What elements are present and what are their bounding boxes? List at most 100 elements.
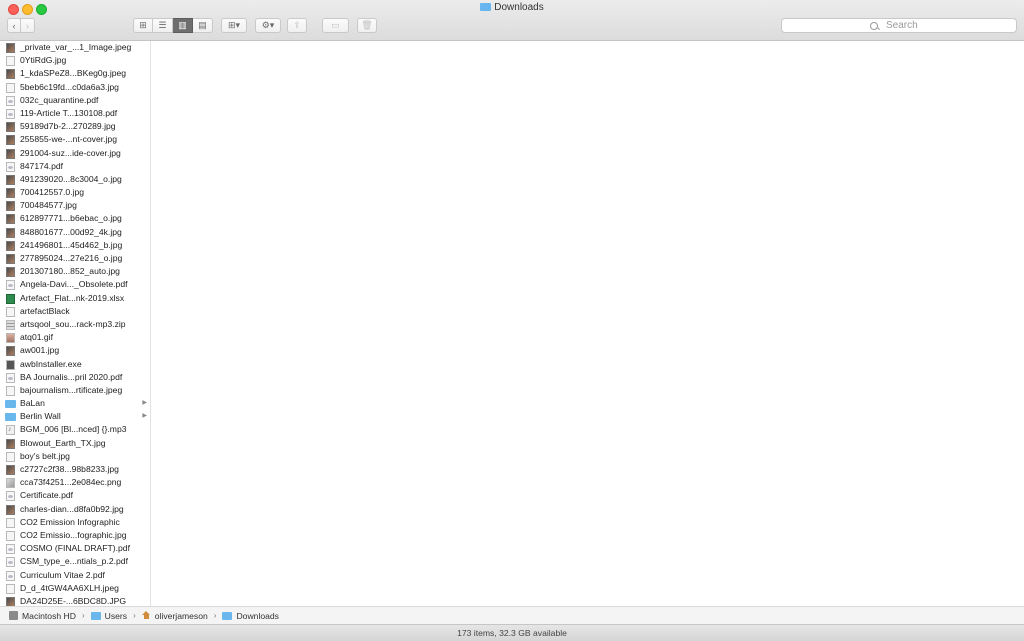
file-item[interactable]: bajournalism...rtificate.jpeg [0,384,150,397]
file-item[interactable]: 847174.pdf [0,160,150,173]
item-label: Berlin Wall [20,411,61,422]
path-crumb-label: Macintosh HD [22,610,76,621]
cover-flow-view-button[interactable]: ▤ [193,18,213,33]
item-label: DA24D25E-...6BDC8D.JPG [20,595,127,606]
item-label: artefactBlack [20,305,70,316]
folder-item[interactable]: Berlin Wall ▶ [0,410,150,423]
item-label: D_d_4tGW4AA6XLH.jpeg [20,582,119,593]
path-crumb-label: Downloads [236,610,279,621]
path-crumb[interactable]: Macintosh HD [9,611,76,621]
item-label: bajournalism...rtificate.jpeg [20,384,123,395]
folder-icon [480,3,492,11]
file-item[interactable]: DA24D25E-...6BDC8D.JPG [0,595,150,606]
folder-item[interactable]: BaLan ▶ [0,397,150,410]
file-item[interactable]: 491239020...8c3004_o.jpg [0,173,150,186]
file-xlsx-icon [6,293,15,304]
file-mp3-icon [6,423,15,437]
file-pdf-icon [6,372,15,383]
folder-icon [5,413,16,422]
item-label: 255855-we-...nt-cover.jpg [20,134,117,145]
file-item[interactable]: Curriculum Vitae 2.pdf [0,569,150,582]
file-jpg-icon [6,465,15,475]
file-item[interactable]: 0YtiRdG.jpg [0,54,150,67]
item-label: 0YtiRdG.jpg [20,55,67,66]
item-label: charles-dian...d8fa0b92.jpg [20,503,124,514]
file-item[interactable]: 59189d7b-2...270289.jpg [0,120,150,133]
file-item[interactable]: charles-dian...d8fa0b92.jpg [0,503,150,516]
file-item[interactable]: 612897771...b6ebac_o.jpg [0,212,150,225]
file-item[interactable]: 241496801...45d462_b.jpg [0,239,150,252]
file-item[interactable]: 291004-suz...ide-cover.jpg [0,147,150,160]
file-item[interactable]: Certificate.pdf [0,489,150,502]
file-item[interactable]: 848801677...00d92_4k.jpg [0,226,150,239]
icon-view-button[interactable]: ⊞ [133,18,153,33]
item-label: Blowout_Earth_TX.jpg [20,437,106,448]
tag-icon: ▭ [331,20,340,30]
file-item[interactable]: 201307180...852_auto.jpg [0,265,150,278]
file-item[interactable]: artsqool_sou...rack-mp3.zip [0,318,150,331]
tag-button[interactable]: ▭ [322,18,349,33]
action-button[interactable]: ⚙▾ [255,18,281,33]
file-gif-icon [6,333,15,344]
file-item[interactable]: _private_var_...1_Image.jpeg [0,41,150,54]
file-item[interactable]: BA Journalis...pril 2020.pdf [0,371,150,384]
path-crumb-label: Users [104,610,128,621]
column-view-button[interactable]: ▥ [173,18,193,33]
file-item[interactable]: 700484577.jpg [0,199,150,212]
item-label: boy's belt.jpg [20,450,70,461]
file-item[interactable]: atq01.gif [0,331,150,344]
file-item[interactable]: artefactBlack [0,305,150,318]
file-item[interactable]: 277895024...27e216_o.jpg [0,252,150,265]
forward-button[interactable]: › [21,18,35,33]
item-label: artsqool_sou...rack-mp3.zip [20,318,126,329]
item-label: 291004-suz...ide-cover.jpg [20,147,121,158]
item-label: Certificate.pdf [20,490,74,501]
file-item[interactable]: 700412557.0.jpg [0,186,150,199]
file-item[interactable]: BGM_006 [Bl...nced] {}.mp3 [0,423,150,437]
file-generic-icon [6,56,15,67]
path-crumb[interactable]: Users [90,610,128,621]
file-item[interactable]: COSMO (FINAL DRAFT).pdf [0,542,150,555]
file-item[interactable]: awbInstaller.exe [0,358,150,371]
file-item[interactable]: 5beb6c19fd...c0da6a3.jpg [0,81,150,94]
file-item[interactable]: D_d_4tGW4AA6XLH.jpeg [0,582,150,595]
columns-icon: ▥ [178,20,187,30]
search-input[interactable] [884,19,928,32]
disclosure-arrow-icon: ▶ [142,400,147,407]
item-label: awbInstaller.exe [20,358,82,369]
file-item[interactable]: Blowout_Earth_TX.jpg [0,437,150,450]
file-item[interactable]: boy's belt.jpg [0,450,150,463]
file-item[interactable]: aw001.jpg [0,344,150,357]
file-item[interactable]: CO2 Emissio...fographic.jpg [0,529,150,542]
file-pdf-icon [6,280,15,291]
file-item[interactable]: Artefact_Flat...nk-2019.xlsx [0,292,150,305]
file-item[interactable]: c2727c2f38...98b8233.jpg [0,463,150,476]
file-item[interactable]: 032c_quarantine.pdf [0,94,150,107]
file-item[interactable]: 1_kdaSPeZ8...BKeg0g.jpeg [0,67,150,80]
file-column[interactable]: _private_var_...1_Image.jpeg 0YtiRdG.jpg 1… [0,41,151,606]
file-item[interactable]: cca73f4251...2e084ec.png [0,476,150,489]
status-text: 173 items, 32.3 GB available [457,628,567,638]
group-grid-icon: ⊞▾ [227,20,241,30]
path-crumb[interactable]: oliverjameson [141,611,208,621]
search-field[interactable] [781,18,1017,33]
file-jpg-icon [6,122,15,133]
list-view-button[interactable]: ☰ [153,18,173,33]
file-item[interactable]: Angela-Davi..._Obsolete.pdf [0,278,150,291]
file-generic-icon [6,530,15,541]
delete-button[interactable]: 🗑 [357,18,377,33]
share-button[interactable]: ⇪ [287,18,307,33]
path-crumb[interactable]: Downloads [222,611,279,621]
file-jpg-icon [6,214,15,225]
folder-icon [222,611,233,620]
back-button[interactable]: ‹ [7,18,21,33]
group-by-button[interactable]: ⊞▾ [221,18,247,33]
file-item[interactable]: CO2 Emission Infographic [0,516,150,529]
item-label: 491239020...8c3004_o.jpg [20,173,122,184]
file-jpg-icon [6,346,15,357]
file-item[interactable]: 255855-we-...nt-cover.jpg [0,133,150,146]
file-item[interactable]: 119-Article T...130108.pdf [0,107,150,120]
file-exe-icon [6,359,15,370]
file-item[interactable]: CSM_type_e...ntials_p.2.pdf [0,555,150,568]
item-label: aw001.jpg [20,345,60,356]
